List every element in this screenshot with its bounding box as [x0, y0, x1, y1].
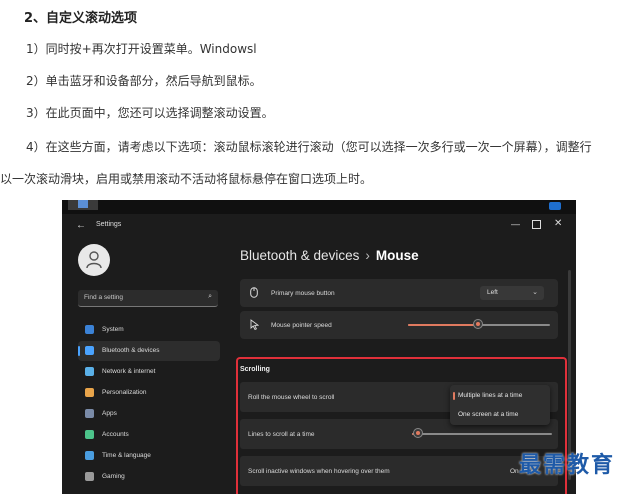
watermark: 最需教育 — [519, 453, 616, 478]
sidebar-item-personalization[interactable]: Personalization — [78, 383, 220, 403]
search-placeholder: Find a setting — [84, 294, 124, 301]
sidebar-item-label: Time & language — [102, 452, 151, 459]
search-input[interactable]: Find a setting ⌕ — [78, 290, 218, 307]
lines-label: Lines to scroll at a time — [248, 431, 315, 438]
chevron-down-icon: ⌄ — [532, 289, 538, 296]
sidebar-item-system[interactable]: System — [78, 320, 220, 340]
step-1: 1）同时按+再次打开设置菜单。Windowsl — [26, 42, 257, 56]
pointer-speed-slider[interactable] — [473, 319, 483, 329]
page-title: Mouse — [375, 248, 419, 263]
step-2: 2）单击蓝牙和设备部分，然后导航到鼠标。 — [26, 74, 262, 88]
sidebar-item-label: Gaming — [102, 473, 125, 480]
pointer-speed-fill — [408, 324, 478, 326]
sidebar-item-time-language[interactable]: Time & language — [78, 446, 220, 466]
minimize-icon[interactable]: — — [511, 219, 520, 229]
nav-icon — [85, 409, 94, 418]
inactive-label: Scroll inactive windows when hovering ov… — [248, 468, 390, 475]
primary-button-value: Left — [487, 289, 498, 296]
selected-indicator — [453, 392, 455, 400]
sidebar-item-accounts[interactable]: Accounts — [78, 425, 220, 445]
sidebar-item-label: System — [102, 326, 124, 333]
pointer-speed-label: Mouse pointer speed — [271, 322, 332, 329]
nav-icon — [85, 367, 94, 376]
step-4-continued: 以一次滚动滑块，启用或禁用滚动不活动将鼠标悬停在窗口选项上时。 — [0, 172, 373, 186]
nav-icon — [85, 451, 94, 460]
primary-button-select[interactable]: Left ⌄ — [480, 286, 544, 300]
option-one-screen[interactable]: One screen at a time — [458, 411, 518, 418]
user-icon — [86, 251, 102, 269]
title-bar: ← Settings — ✕ — [62, 214, 576, 236]
option-multiple-lines[interactable]: Multiple lines at a time — [458, 392, 522, 399]
nav-icon — [85, 388, 94, 397]
section-heading: 2、自定义滚动选项 — [24, 11, 138, 26]
scrolling-title: Scrolling — [240, 366, 270, 373]
step-4: 4）在这些方面，请考虑以下选项：滚动鼠标滚轮进行滚动（您可以选择一次多行或一次一… — [26, 140, 592, 154]
primary-button-label: Primary mouse button — [271, 290, 335, 297]
breadcrumb-separator: › — [365, 248, 370, 263]
active-indicator — [78, 346, 80, 356]
mouse-icon — [250, 287, 258, 300]
close-icon[interactable]: ✕ — [554, 218, 562, 229]
nav-icon — [85, 472, 94, 481]
settings-screenshot: ← Settings — ✕ Find a setting ⌕ System Bl… — [62, 200, 576, 494]
pointer-icon — [250, 319, 260, 332]
nav-icon — [85, 346, 94, 355]
lines-slider[interactable] — [413, 428, 423, 438]
avatar[interactable] — [78, 244, 110, 276]
nav-icon — [85, 430, 94, 439]
sidebar-item-label: Apps — [102, 410, 117, 417]
step-3: 3）在此页面中，您还可以选择调整滚动设置。 — [26, 106, 274, 120]
roll-wheel-dropdown: Multiple lines at a time One screen at a… — [450, 385, 550, 425]
pointer-speed-card: Mouse pointer speed — [240, 311, 558, 339]
sidebar-item-label: Network & internet — [102, 368, 156, 375]
desktop-strip — [62, 200, 576, 214]
sidebar-item-label: Accounts — [102, 431, 129, 438]
search-icon: ⌕ — [208, 293, 212, 300]
sidebar-item-apps[interactable]: Apps — [78, 404, 220, 424]
desktop-icon — [78, 200, 88, 208]
back-arrow-icon[interactable]: ← — [76, 220, 86, 231]
breadcrumb-parent[interactable]: Bluetooth & devices — [240, 248, 359, 263]
sidebar-item-network-internet[interactable]: Network & internet — [78, 362, 220, 382]
roll-wheel-label: Roll the mouse wheel to scroll — [248, 394, 335, 401]
lines-track — [412, 433, 552, 435]
sidebar-item-label: Personalization — [102, 389, 147, 396]
app-title: Settings — [96, 221, 122, 228]
sidebar-item-label: Bluetooth & devices — [102, 347, 160, 354]
inactive-value[interactable]: On — [510, 468, 519, 475]
primary-button-card: Primary mouse button Left ⌄ — [240, 279, 558, 307]
desktop-icon-right — [549, 202, 561, 210]
sidebar-item-gaming[interactable]: Gaming — [78, 467, 220, 487]
maximize-icon[interactable] — [532, 220, 541, 229]
breadcrumb: Bluetooth & devices › Mouse — [240, 248, 419, 263]
sidebar-item-bluetooth-devices[interactable]: Bluetooth & devices — [78, 341, 220, 361]
nav-icon — [85, 325, 94, 334]
